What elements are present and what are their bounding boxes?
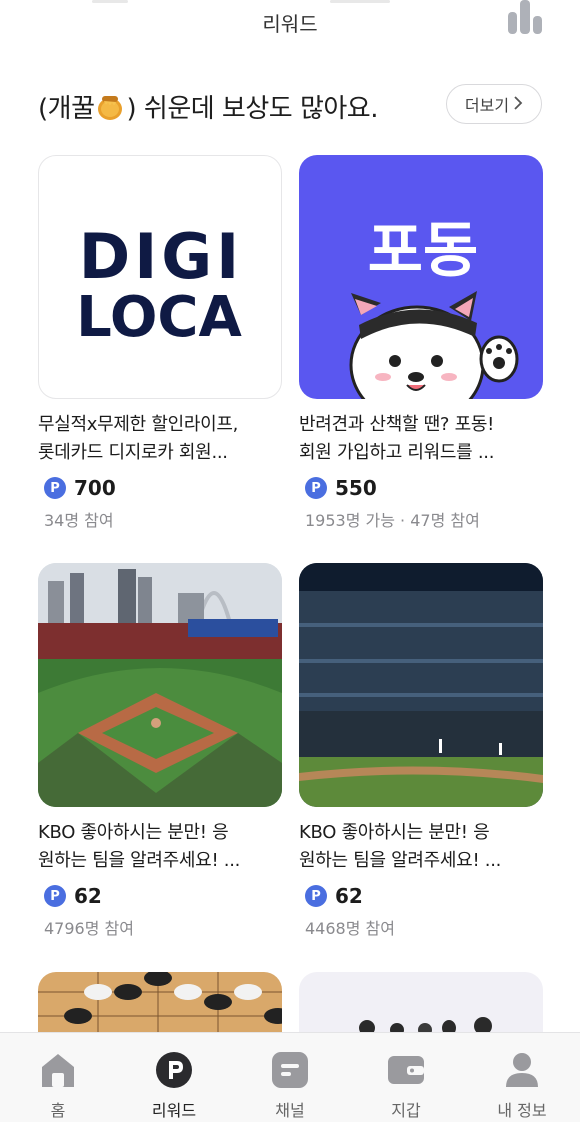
reward-card[interactable]: DIGI LOCA 무실적x무제한 할인라이프, 롯데카드 디지로카 회원...… [38, 155, 282, 531]
card-desc-line: 회원 가입하고 리워드를 ... [299, 442, 495, 463]
reward-points: P 700 [38, 475, 282, 501]
podong-logo: 포동 [368, 216, 478, 286]
tab-channel[interactable]: 채널 [232, 1033, 348, 1122]
tab-label: 채널 [275, 1101, 305, 1120]
more-button[interactable]: 더보기 [446, 84, 542, 124]
card-desc-line: 원하는 팀을 알려주세요! ... [299, 850, 502, 871]
points-amount: 700 [74, 476, 116, 500]
profile-icon [503, 1051, 541, 1089]
bar-chart-icon[interactable] [506, 0, 546, 36]
card-thumbnail[interactable] [299, 972, 543, 1032]
card-description: KBO 좋아하시는 분만! 응 원하는 팀을 알려주세요! ... [299, 819, 543, 875]
reward-p-icon [155, 1051, 193, 1089]
card-thumbnail[interactable] [38, 563, 282, 807]
points-amount: 550 [335, 476, 377, 500]
tab-label: 지갑 [391, 1101, 421, 1120]
page-title: 리워드 [262, 12, 318, 36]
scroll-fade [330, 0, 390, 3]
card-desc-line: 반려견과 산책할 땐? 포동! [299, 414, 495, 435]
point-icon: P [44, 477, 66, 499]
card-description: 반려견과 산책할 땐? 포동! 회원 가입하고 리워드를 ... [299, 411, 543, 467]
card-thumbnail[interactable]: DIGI LOCA [38, 155, 282, 399]
card-thumbnail[interactable] [38, 972, 282, 1032]
points-amount: 62 [74, 884, 102, 908]
tab-reward[interactable]: 리워드 [116, 1033, 232, 1122]
home-icon [39, 1051, 77, 1089]
channel-icon [271, 1051, 309, 1089]
reward-card[interactable] [299, 972, 543, 1032]
digiloca-logo-line2: LOCA [76, 285, 242, 350]
card-description: KBO 좋아하시는 분만! 응 원하는 팀을 알려주세요! ... [38, 819, 282, 875]
participation-count: 4796명 참여 [44, 919, 134, 938]
more-label: 더보기 [464, 96, 510, 115]
honey-pot-icon [95, 91, 125, 128]
section-title: (개꿀 ) 쉬운데 보상도 많아요. [38, 88, 378, 128]
card-desc-line: 무실적x무제한 할인라이프, [38, 414, 239, 435]
reward-card[interactable]: KBO 좋아하시는 분만! 응 원하는 팀을 알려주세요! ... P 62 4… [38, 563, 282, 939]
card-desc-line: KBO 좋아하시는 분만! 응 [299, 822, 490, 843]
chevron-right-icon [513, 95, 523, 114]
tab-label: 리워드 [151, 1101, 197, 1120]
section-title-prefix: (개꿀 [38, 94, 95, 124]
tab-my-info[interactable]: 내 정보 [464, 1033, 580, 1122]
card-desc-line: 원하는 팀을 알려주세요! ... [38, 850, 241, 871]
wallet-icon [387, 1051, 425, 1089]
reward-card[interactable]: KBO 좋아하시는 분만! 응 원하는 팀을 알려주세요! ... P 62 4… [299, 563, 543, 939]
tab-home[interactable]: 홈 [0, 1033, 116, 1122]
tab-label: 홈 [50, 1101, 66, 1120]
participation-count: 34명 참여 [44, 511, 114, 530]
reward-card[interactable]: 포동 반려견과 산책할 땐? 포동! 회원 가입하고 리워드를 ... P 55… [299, 155, 543, 531]
participation-count: 4468명 참여 [305, 919, 395, 938]
card-thumbnail[interactable]: 포동 [299, 155, 543, 399]
card-thumbnail[interactable] [299, 563, 543, 807]
top-bar: 리워드 [0, 0, 580, 44]
card-desc-line: KBO 좋아하시는 분만! 응 [38, 822, 229, 843]
section-title-suffix: ) 쉬운데 보상도 많아요. [126, 94, 378, 124]
point-icon: P [305, 477, 327, 499]
reward-points: P 62 [299, 883, 543, 909]
tab-label: 내 정보 [497, 1101, 547, 1120]
digiloca-logo-line1: DIGI [79, 220, 244, 293]
participation-count: 1953명 가능 · 47명 참여 [305, 511, 480, 530]
section-header: (개꿀 ) 쉬운데 보상도 많아요. 더보기 [38, 82, 542, 128]
card-desc-line: 롯데카드 디지로카 회원... [38, 442, 228, 463]
tab-wallet[interactable]: 지갑 [348, 1033, 464, 1122]
reward-points: P 62 [38, 883, 282, 909]
points-amount: 62 [335, 884, 363, 908]
point-icon: P [44, 885, 66, 907]
reward-card[interactable] [38, 972, 282, 1032]
reward-points: P 550 [299, 475, 543, 501]
card-description: 무실적x무제한 할인라이프, 롯데카드 디지로카 회원... [38, 411, 282, 467]
scroll-fade [92, 0, 128, 3]
point-icon: P [305, 885, 327, 907]
bottom-tab-bar: 홈 리워드 채널 지갑 내 정보 [0, 1032, 580, 1122]
